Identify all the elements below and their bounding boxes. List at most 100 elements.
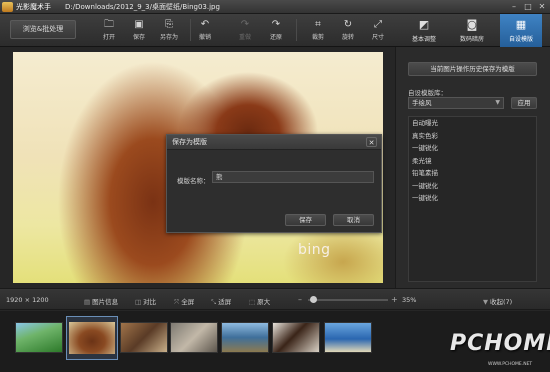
template-item[interactable]: 柔光镜: [409, 155, 536, 168]
maximize-button[interactable]: □: [522, 2, 534, 12]
resize-label: 尺寸: [371, 34, 384, 41]
save-button[interactable]: ▣ 保存: [124, 17, 154, 45]
undo-button[interactable]: ↶ 撤销: [190, 17, 220, 45]
template-name-input[interactable]: 熊: [212, 171, 374, 183]
template-library-select[interactable]: 手绘风 ▼: [408, 97, 504, 109]
minimize-button[interactable]: –: [508, 2, 520, 12]
tab-darkroom[interactable]: ◙ 数码暗房: [451, 14, 493, 47]
dialog-close-button[interactable]: ✕: [366, 137, 377, 147]
thumbnail-bears-image: [69, 322, 115, 354]
chevron-down-icon: ▼: [495, 99, 500, 106]
compare-label: 对比: [143, 298, 157, 306]
status-bar: 1920 × 1200 ▤ 图片信息 ◫ 对比 ⤧ 全屏 ⤡ 适屏 ⬚ 原大 – + 35…: [0, 288, 550, 310]
template-item[interactable]: 一键锐化: [409, 142, 536, 155]
undo-label: 撤销: [198, 34, 211, 41]
redo-button[interactable]: ↷ 重做: [230, 17, 260, 45]
template-item[interactable]: 一键锐化: [409, 192, 536, 205]
app-window: 光影魔术手 D:/Downloads/2012_9_3/桌面壁纸/Bing03.…: [0, 0, 550, 372]
open-folder-icon: 🗀: [104, 19, 114, 30]
dialog-body: 模版名称： 熊 保存 取消: [167, 150, 381, 232]
info-icon: ▤: [84, 298, 91, 306]
zoom-slider-track[interactable]: [308, 299, 388, 301]
dialog-title-bar: 保存为模版 ✕: [167, 135, 381, 150]
rotate-label: 旋转: [341, 34, 354, 41]
compare-icon: ◫: [135, 298, 142, 306]
zoom-out-button[interactable]: –: [298, 295, 302, 304]
save-history-as-template-button[interactable]: 当前图片操作历史保存为模版: [408, 62, 537, 76]
image-info-button[interactable]: ▤ 图片信息: [84, 296, 118, 306]
undo-icon: ↶: [200, 19, 210, 30]
redo-label: 重做: [238, 34, 251, 41]
thumbnail-green-field[interactable]: [15, 322, 63, 353]
template-library-label: 自设模版库：: [408, 89, 447, 97]
actual-size-icon: ⬚: [249, 298, 256, 306]
save-template-dialog: 保存为模版 ✕ 模版名称： 熊 保存 取消: [166, 134, 382, 233]
rotate-icon: ↻: [343, 19, 353, 30]
bing-watermark: bing: [298, 242, 331, 258]
tab-basic-adjust[interactable]: ◩ 基本调整: [403, 14, 445, 47]
pchome-watermark-logo: PCHOME: [450, 331, 550, 356]
thumbnail-coast[interactable]: [221, 322, 269, 353]
template-list: 自动曝光 真实色彩 一键锐化 柔光镜 铅笔素描 一键锐化 一键锐化: [408, 116, 537, 282]
main-toolbar: 浏览&批处理 🗀 打开 ▣ 保存 ⎘ 另存为 ↶ 撤销 ↷ 重做 ↷ 还原 ⌗: [0, 14, 550, 47]
actual-size-label: 原大: [257, 298, 271, 306]
thumbnail-monkey[interactable]: [170, 322, 218, 353]
template-item[interactable]: 自动曝光: [409, 117, 536, 130]
app-logo-icon: [2, 1, 13, 12]
actual-size-button[interactable]: ⬚ 原大: [249, 296, 270, 306]
thumbnail-bears[interactable]: [66, 316, 118, 360]
dialog-title: 保存为模版: [172, 138, 207, 146]
save-as-icon: ⎘: [165, 19, 173, 30]
filmstrip: PCHOME WWW.PCHOME.NET: [0, 311, 550, 372]
tab-basic-adjust-label: 基本调整: [411, 36, 436, 43]
zoom-slider-handle[interactable]: [310, 296, 317, 303]
thumbnail-beach[interactable]: [324, 322, 372, 353]
fullscreen-label: 全屏: [181, 298, 195, 306]
camera-icon: ◙: [466, 18, 478, 31]
dialog-cancel-button[interactable]: 取消: [333, 214, 374, 226]
fullscreen-button[interactable]: ⤧ 全屏: [174, 296, 194, 307]
toolbar-divider: [296, 19, 297, 41]
browse-batch-button[interactable]: 浏览&批处理: [10, 20, 76, 39]
pchome-watermark-url: WWW.PCHOME.NET: [488, 362, 533, 367]
image-info-label: 图片信息: [92, 298, 119, 306]
restore-icon: ↷: [271, 19, 281, 30]
fullscreen-icon: ⤧: [174, 298, 180, 306]
template-icon: ▦: [515, 18, 527, 31]
save-label: 保存: [132, 34, 145, 41]
open-label: 打开: [102, 34, 115, 41]
file-path: D:/Downloads/2012_9_3/桌面壁纸/Bing03.jpg: [65, 2, 220, 11]
fit-screen-button[interactable]: ⤡ 适屏: [211, 296, 231, 307]
restore-button[interactable]: ↷ 还原: [261, 17, 291, 45]
crop-button[interactable]: ⌗ 裁剪: [303, 17, 333, 45]
template-item[interactable]: 真实色彩: [409, 130, 536, 143]
template-panel: 当前图片操作历史保存为模版 自设模版库： 手绘风 ▼ 应用 自动曝光 真实色彩 …: [395, 47, 550, 288]
save-as-button[interactable]: ⎘ 另存为: [154, 17, 184, 45]
collapse-filmstrip-button[interactable]: ▼ 收起(7): [483, 296, 512, 306]
template-name-label: 模版名称：: [177, 177, 210, 185]
save-icon: ▣: [134, 19, 144, 30]
close-button[interactable]: ✕: [536, 2, 548, 12]
rotate-button[interactable]: ↻ 旋转: [333, 17, 363, 45]
resize-button[interactable]: ⤢ 尺寸: [363, 17, 393, 45]
fit-screen-label: 适屏: [218, 298, 232, 306]
compare-button[interactable]: ◫ 对比: [135, 296, 156, 306]
open-button[interactable]: 🗀 打开: [94, 17, 124, 45]
image-resolution: 1920 × 1200: [6, 296, 49, 304]
zoom-in-button[interactable]: +: [391, 295, 398, 304]
collapse-icon: ▼: [483, 298, 488, 306]
crop-label: 裁剪: [311, 34, 324, 41]
zoom-percent: 35%: [402, 296, 417, 304]
app-name: 光影魔术手: [16, 2, 51, 11]
basic-adjust-icon: ◩: [418, 18, 430, 31]
tab-custom-template-label: 自设模版: [508, 36, 533, 43]
thumbnail-rocks[interactable]: [120, 322, 168, 353]
thumbnail-horse[interactable]: [272, 322, 320, 353]
apply-button[interactable]: 应用: [511, 97, 537, 109]
template-item[interactable]: 一键锐化: [409, 180, 536, 193]
template-library-value: 手绘风: [412, 99, 432, 107]
resize-icon: ⤢: [374, 19, 382, 30]
tab-custom-template[interactable]: ▦ 自设模版: [500, 14, 542, 47]
template-item[interactable]: 铅笔素描: [409, 167, 536, 180]
dialog-save-button[interactable]: 保存: [285, 214, 326, 226]
